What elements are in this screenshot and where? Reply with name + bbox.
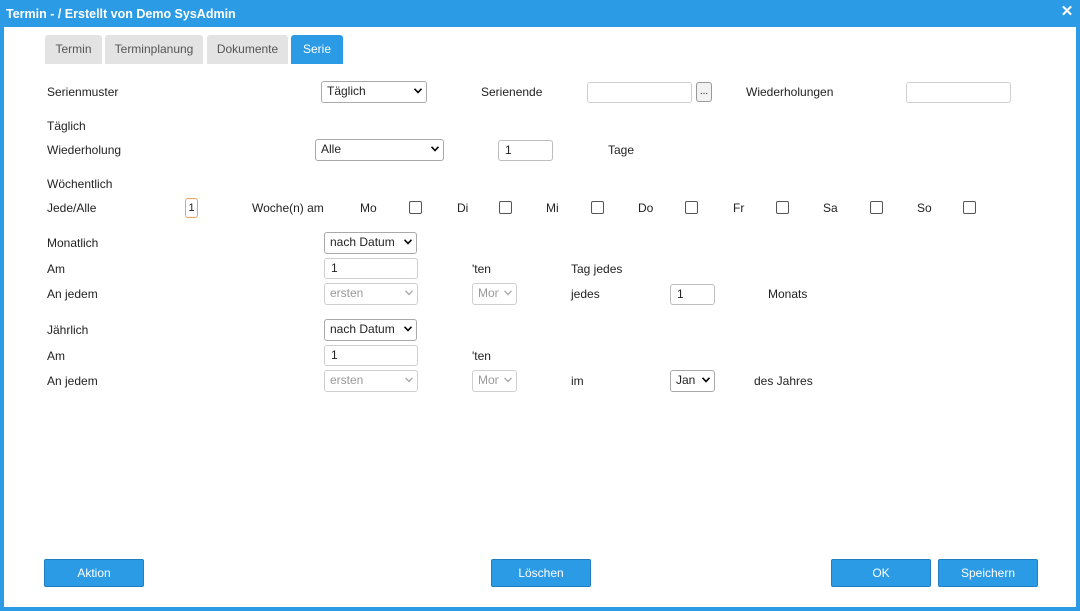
repetitions-label: Wiederholungen — [746, 85, 834, 99]
day-label-mo: Mo — [360, 201, 377, 215]
yearly-in-label: im — [571, 374, 584, 388]
day-label-so: So — [917, 201, 932, 215]
weekly-count-input[interactable]: 1 — [185, 198, 198, 218]
yearly-ordinal-select[interactable]: ersten — [324, 370, 418, 392]
yearly-ten-suffix: 'ten — [472, 349, 491, 363]
monthly-months-input[interactable]: 1 — [670, 284, 715, 305]
weekly-weeks-label: Woche(n) am — [252, 201, 324, 215]
weekly-every-label: Jede/Alle — [47, 201, 97, 215]
yearly-mode-value: nach Datum — [330, 322, 395, 336]
chevron-down-icon — [405, 290, 413, 296]
tab-dokumente[interactable]: Dokumente — [207, 35, 288, 64]
yearly-weekday-select[interactable]: Mon — [472, 370, 517, 392]
action-button[interactable]: Aktion — [44, 559, 144, 587]
daily-repeat-label: Wiederholung — [47, 143, 122, 157]
yearly-mode-select[interactable]: nach Datum — [324, 319, 417, 341]
chevron-down-icon — [404, 239, 412, 245]
monthly-ten-suffix: 'ten — [472, 262, 491, 276]
title-bar: Termin - / Erstellt von Demo SysAdmin ✕ — [0, 0, 1080, 27]
yearly-ordinal-value: ersten — [330, 373, 364, 387]
monthly-mode-select[interactable]: nach Datum — [324, 232, 417, 254]
save-button[interactable]: Speichern — [938, 559, 1038, 587]
chevron-down-icon — [405, 377, 413, 383]
day-checkbox-mi[interactable] — [591, 201, 604, 214]
weekly-heading: Wöchentlich — [47, 177, 113, 191]
monthly-weekday-value: Mon — [478, 286, 499, 300]
dialog-content: Termin Terminplanung Dokumente Serie Ser… — [4, 27, 1076, 607]
yearly-on-label: Am — [47, 349, 65, 363]
monthly-day-input[interactable]: 1 — [324, 258, 418, 279]
monthly-every-label: jedes — [571, 287, 600, 301]
daily-count-input[interactable]: 1 — [498, 140, 553, 161]
yearly-day-input[interactable]: 1 — [324, 345, 418, 366]
chevron-down-icon — [504, 290, 512, 296]
yearly-each-label: An jedem — [47, 374, 98, 388]
day-label-di: Di — [457, 201, 469, 215]
day-label-do: Do — [638, 201, 654, 215]
day-checkbox-di[interactable] — [499, 201, 512, 214]
yearly-year-label: des Jahres — [754, 374, 813, 388]
daily-repeat-value: Alle — [321, 142, 342, 156]
chevron-down-icon — [404, 326, 412, 332]
window-title: Termin - / Erstellt von Demo SysAdmin — [6, 7, 236, 21]
monthly-day-of-label: Tag jedes — [571, 262, 623, 276]
daily-heading: Täglich — [47, 119, 86, 133]
close-icon[interactable]: ✕ — [1060, 4, 1074, 19]
dialog-window: Termin - / Erstellt von Demo SysAdmin ✕ … — [0, 0, 1080, 611]
series-pattern-select[interactable]: Täglich — [321, 81, 427, 103]
delete-button[interactable]: Löschen — [491, 559, 591, 587]
day-checkbox-so[interactable] — [963, 201, 976, 214]
chevron-down-icon — [431, 146, 439, 152]
monthly-each-label: An jedem — [47, 287, 98, 301]
day-label-mi: Mi — [546, 201, 559, 215]
chevron-down-icon — [504, 377, 512, 383]
day-checkbox-sa[interactable] — [870, 201, 883, 214]
ok-button[interactable]: OK — [831, 559, 931, 587]
yearly-month-select[interactable]: Jan — [670, 370, 715, 392]
day-checkbox-mo[interactable] — [409, 201, 422, 214]
repetitions-input[interactable] — [906, 82, 1011, 103]
yearly-month-value: Jan — [676, 373, 696, 387]
chevron-down-icon — [702, 377, 710, 383]
day-label-fr: Fr — [733, 201, 745, 215]
tab-termin[interactable]: Termin — [45, 35, 102, 64]
monthly-on-label: Am — [47, 262, 65, 276]
series-pattern-value: Täglich — [327, 84, 366, 98]
date-picker-button[interactable]: ... — [696, 82, 712, 102]
day-checkbox-do[interactable] — [685, 201, 698, 214]
yearly-weekday-value: Mon — [478, 373, 499, 387]
day-label-sa: Sa — [823, 201, 838, 215]
monthly-months-label: Monats — [768, 287, 808, 301]
monthly-weekday-select[interactable]: Mon — [472, 283, 517, 305]
daily-unit-label: Tage — [608, 143, 635, 157]
monthly-ordinal-value: ersten — [330, 286, 364, 300]
yearly-heading: Jährlich — [47, 323, 89, 337]
monthly-heading: Monatlich — [47, 236, 99, 250]
daily-repeat-select[interactable]: Alle — [315, 139, 444, 161]
chevron-down-icon — [414, 88, 422, 94]
day-checkbox-fr[interactable] — [776, 201, 789, 214]
tab-terminplanung[interactable]: Terminplanung — [105, 35, 203, 64]
series-end-label: Serienende — [481, 85, 543, 99]
tab-serie[interactable]: Serie — [291, 35, 343, 64]
monthly-ordinal-select[interactable]: ersten — [324, 283, 418, 305]
series-pattern-label: Serienmuster — [47, 85, 119, 99]
monthly-mode-value: nach Datum — [330, 235, 395, 249]
series-end-input[interactable] — [587, 82, 692, 103]
